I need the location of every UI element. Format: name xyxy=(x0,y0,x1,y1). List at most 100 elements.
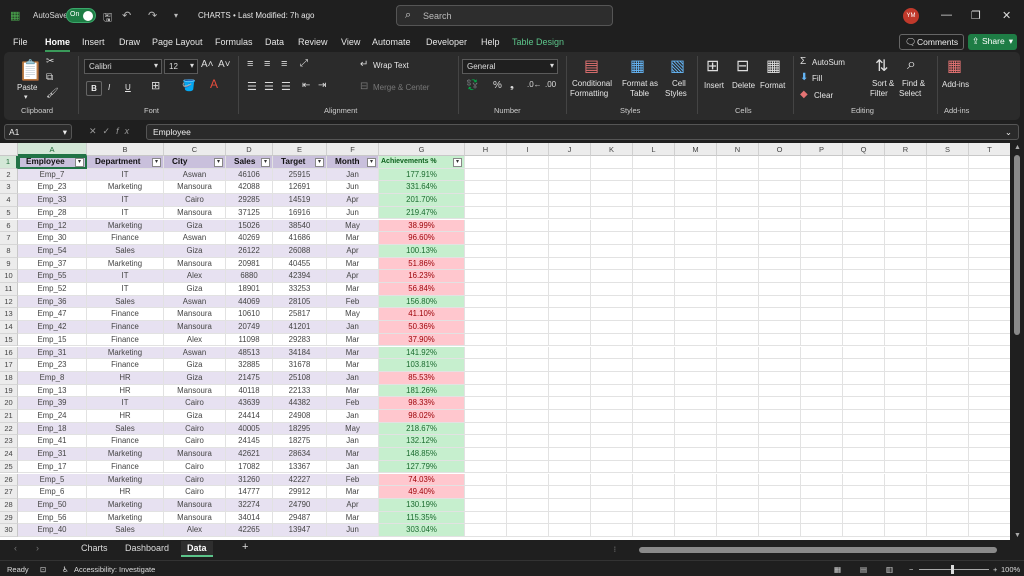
empty-cell[interactable] xyxy=(591,244,633,258)
empty-cell[interactable] xyxy=(717,422,759,436)
tab-file[interactable]: File xyxy=(13,37,28,47)
empty-cell[interactable] xyxy=(885,473,927,487)
empty-cell[interactable] xyxy=(591,257,633,271)
expand-formula-icon[interactable]: ⌄ xyxy=(1005,127,1012,138)
sort-filter-button[interactable]: Sort & xyxy=(872,79,894,88)
table-cell[interactable]: Emp_56 xyxy=(18,511,87,525)
table-cell[interactable]: Finance xyxy=(87,435,164,449)
empty-cell[interactable] xyxy=(465,486,507,499)
empty-cell[interactable] xyxy=(507,206,549,220)
close-icon[interactable]: ✕ xyxy=(1002,9,1011,22)
table-cell[interactable]: May xyxy=(327,422,379,436)
font-size-select[interactable]: 12 ▾ xyxy=(164,59,198,74)
table-cell[interactable]: 20981 xyxy=(226,257,273,271)
empty-cell[interactable] xyxy=(927,524,969,537)
merge-center-button[interactable]: Merge & Center xyxy=(373,83,429,92)
table-cell[interactable]: Jan xyxy=(327,321,379,334)
column-header[interactable]: A xyxy=(18,143,87,156)
empty-cell[interactable] xyxy=(969,283,1010,296)
empty-cell[interactable] xyxy=(969,270,1010,283)
row-header[interactable]: 13 xyxy=(0,308,18,322)
table-cell[interactable]: Jan xyxy=(327,410,379,423)
empty-cell[interactable] xyxy=(549,486,591,499)
empty-cell[interactable] xyxy=(591,181,633,195)
table-header-cell[interactable]: Month ▾ xyxy=(327,156,379,169)
table-cell[interactable]: 32274 xyxy=(226,498,273,512)
empty-cell[interactable] xyxy=(801,232,843,245)
empty-cell[interactable] xyxy=(801,270,843,283)
empty-cell[interactable] xyxy=(801,460,843,474)
empty-cell[interactable] xyxy=(633,206,675,220)
table-cell[interactable]: 218.67% xyxy=(379,422,465,436)
empty-cell[interactable] xyxy=(507,283,549,296)
empty-cell[interactable] xyxy=(759,524,801,537)
align-top-icon[interactable]: ≡ xyxy=(247,58,253,70)
row-header[interactable]: 14 xyxy=(0,321,18,334)
empty-cell[interactable] xyxy=(675,168,717,182)
table-cell[interactable]: Emp_30 xyxy=(18,232,87,245)
empty-cell[interactable] xyxy=(843,422,885,436)
worksheet-grid[interactable]: A B C D E F G H I J K L M N O P Q R S T 1 Employee ▾ Department… xyxy=(0,143,1010,540)
empty-cell[interactable] xyxy=(969,321,1010,334)
empty-cell[interactable] xyxy=(801,435,843,449)
empty-cell[interactable] xyxy=(591,511,633,525)
column-header[interactable]: I xyxy=(507,143,549,156)
empty-cell[interactable] xyxy=(549,181,591,195)
empty-cell[interactable] xyxy=(717,486,759,499)
empty-cell[interactable] xyxy=(507,473,549,487)
empty-cell[interactable] xyxy=(969,245,1010,258)
empty-cell[interactable] xyxy=(843,384,885,398)
empty-cell[interactable] xyxy=(465,219,507,233)
empty-cell[interactable] xyxy=(969,397,1010,410)
empty-cell[interactable] xyxy=(549,435,591,449)
table-header-cell[interactable]: Sales ▾ xyxy=(226,156,273,169)
increase-decimal-icon[interactable]: .0← xyxy=(527,80,542,89)
table-cell[interactable]: 31678 xyxy=(273,359,327,372)
insert-cells-icon[interactable]: ⊞ xyxy=(706,56,719,76)
empty-cell[interactable] xyxy=(507,435,549,449)
empty-cell[interactable] xyxy=(633,524,675,537)
empty-cell[interactable] xyxy=(549,410,591,423)
empty-cell[interactable] xyxy=(675,359,717,372)
empty-cell[interactable] xyxy=(801,486,843,499)
empty-cell[interactable] xyxy=(759,460,801,474)
empty-cell[interactable] xyxy=(465,473,507,487)
page-break-view-icon[interactable]: ▥ xyxy=(886,565,893,574)
empty-cell[interactable] xyxy=(843,168,885,182)
empty-cell[interactable] xyxy=(885,194,927,207)
empty-cell[interactable] xyxy=(591,194,633,207)
empty-cell[interactable] xyxy=(801,283,843,296)
empty-cell[interactable] xyxy=(675,270,717,283)
table-cell[interactable]: 37125 xyxy=(226,206,273,220)
empty-cell[interactable] xyxy=(507,257,549,271)
fx-icon[interactable]: fx xyxy=(116,126,135,136)
table-cell[interactable]: 6880 xyxy=(226,270,273,283)
table-cell[interactable]: Emp_55 xyxy=(18,270,87,283)
empty-cell[interactable] xyxy=(507,232,549,245)
table-cell[interactable]: Feb xyxy=(327,473,379,487)
empty-cell[interactable] xyxy=(843,321,885,334)
empty-cell[interactable] xyxy=(465,384,507,398)
row-header[interactable]: 26 xyxy=(0,473,18,487)
empty-cell[interactable] xyxy=(465,422,507,436)
empty-cell[interactable] xyxy=(843,181,885,195)
autosave-toggle[interactable]: On xyxy=(66,8,96,23)
empty-cell[interactable] xyxy=(549,257,591,271)
empty-cell[interactable] xyxy=(591,232,633,245)
empty-cell[interactable] xyxy=(633,181,675,195)
empty-cell[interactable] xyxy=(507,410,549,423)
table-cell[interactable]: HR xyxy=(87,384,164,398)
empty-cell[interactable] xyxy=(549,194,591,207)
paste-icon[interactable]: 📋 xyxy=(18,58,43,83)
row-header[interactable]: 6 xyxy=(0,219,18,233)
table-cell[interactable]: Mansoura xyxy=(164,257,226,271)
table-cell[interactable]: 42621 xyxy=(226,448,273,461)
empty-cell[interactable] xyxy=(549,498,591,512)
normal-view-icon[interactable]: ▦ xyxy=(834,565,841,574)
table-cell[interactable]: 41201 xyxy=(273,321,327,334)
empty-cell[interactable] xyxy=(801,346,843,360)
table-cell[interactable]: 44069 xyxy=(226,295,273,309)
table-cell[interactable]: Alex xyxy=(164,333,226,347)
orientation-icon[interactable]: ⤢ xyxy=(300,58,308,69)
table-cell[interactable]: 21475 xyxy=(226,371,273,385)
